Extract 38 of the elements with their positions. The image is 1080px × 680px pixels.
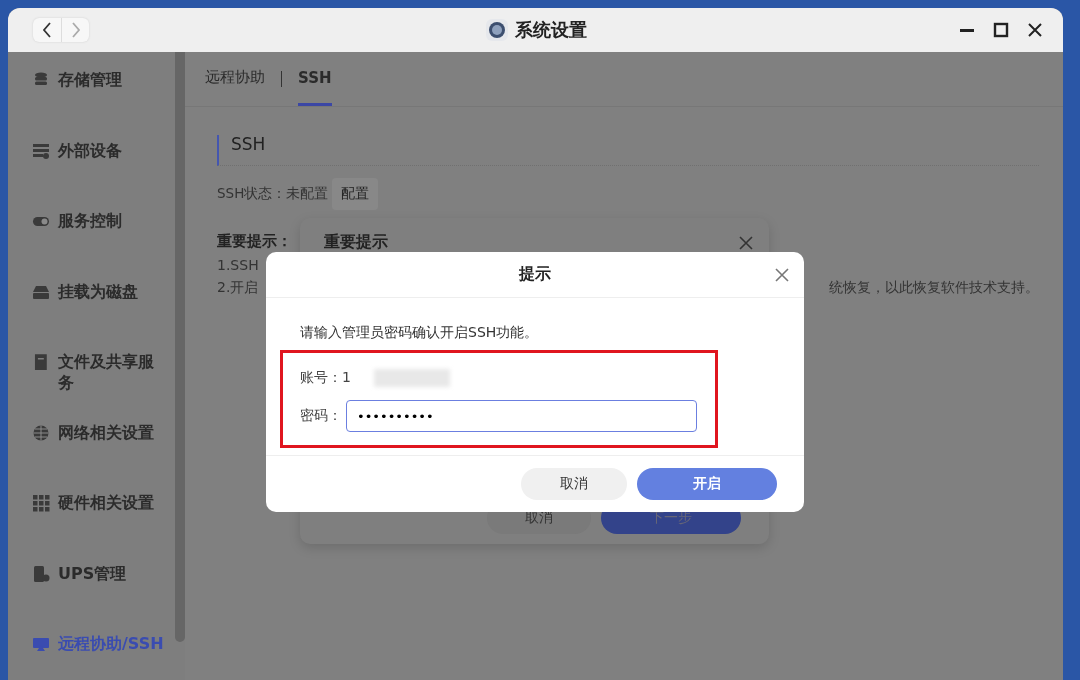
chevron-right-icon: [70, 22, 81, 38]
ups-icon: [32, 564, 50, 583]
document-icon: [32, 353, 50, 371]
tab[interactable]: 远程协助: [205, 52, 265, 106]
cancel-button[interactable]: 取消: [521, 468, 627, 500]
monitor-icon: [32, 635, 50, 653]
device-icon: [32, 141, 50, 160]
sidebar-item[interactable]: 硬件相关设置: [8, 493, 168, 564]
password-label: 密码：: [300, 407, 343, 425]
maximize-icon[interactable]: [993, 22, 1009, 38]
scrollbar[interactable]: [175, 52, 185, 642]
close-icon[interactable]: [1027, 22, 1043, 38]
sidebar-item[interactable]: 外部设备: [8, 140, 168, 211]
password-field[interactable]: ••••••••••: [346, 400, 697, 432]
configure-button[interactable]: 配置: [332, 178, 379, 210]
sidebar-item[interactable]: 存储管理: [8, 70, 168, 141]
dialog-title: 提示: [519, 264, 551, 285]
section-title: SSH: [217, 135, 1039, 166]
notice-text: 统恢复，以此恢复软件技术支持。: [829, 279, 1039, 297]
sidebar-item[interactable]: 远程协助/SSH: [8, 634, 168, 680]
notice-title: 重要提示：: [217, 232, 292, 251]
status-label: SSH状态：未配置: [217, 185, 329, 203]
tab[interactable]: SSH: [298, 52, 332, 106]
window-title: 系统设置: [514, 18, 587, 42]
notice-text: 1.SSH: [217, 257, 259, 273]
enable-button[interactable]: 开启: [637, 468, 777, 500]
globe-icon: [32, 423, 50, 442]
sidebar-item[interactable]: 服务控制: [8, 211, 168, 282]
dialog-title: 重要提示: [324, 232, 388, 253]
dialog-message: 请输入管理员密码确认开启SSH功能。: [299, 324, 540, 342]
sidebar-item[interactable]: 网络相关设置: [8, 422, 168, 493]
app-icon: [484, 18, 509, 42]
sidebar-item[interactable]: UPS管理: [8, 563, 168, 634]
grid-icon: [32, 494, 50, 512]
sidebar-item[interactable]: 文件及共享服务: [8, 352, 168, 423]
chevron-left-icon: [42, 22, 52, 38]
notice-text: 2.开启: [217, 279, 259, 297]
sidebar-item[interactable]: 挂载为磁盘: [8, 281, 168, 352]
